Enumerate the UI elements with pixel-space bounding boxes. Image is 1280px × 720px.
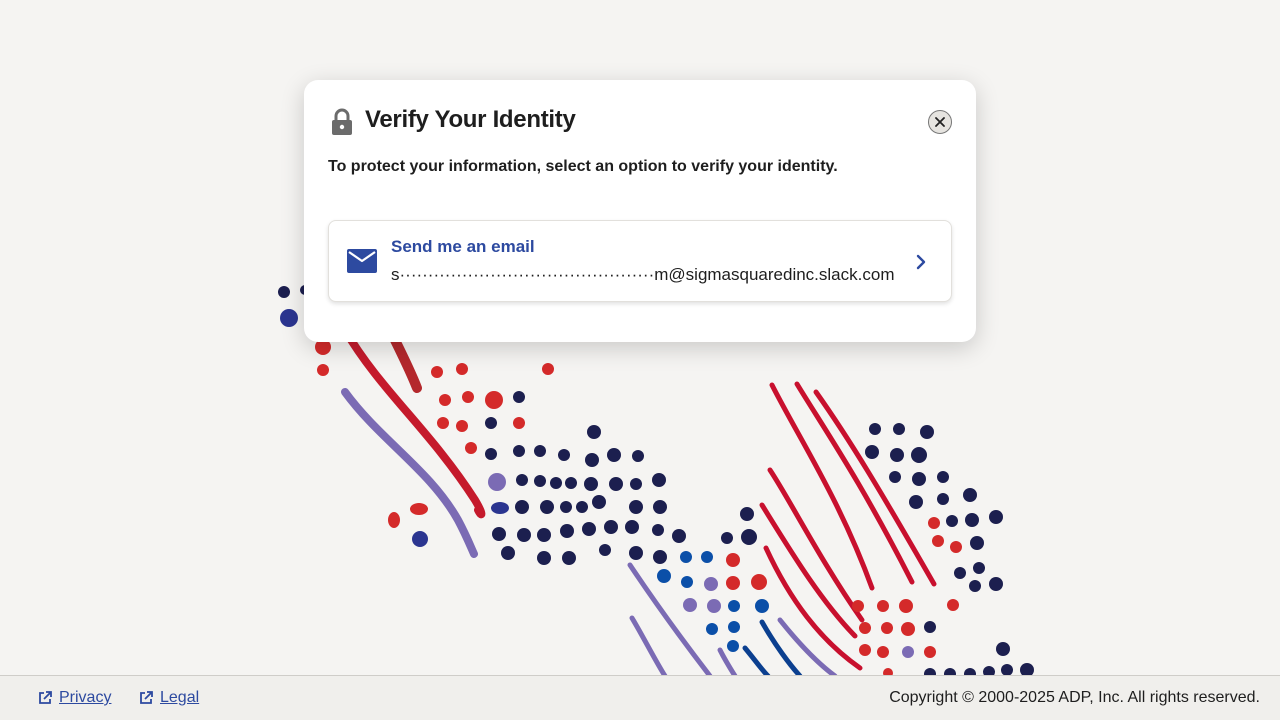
external-link-icon: [39, 691, 52, 704]
copyright-text: Copyright © 2000-2025 ADP, Inc. All righ…: [889, 689, 1260, 706]
footer: Privacy Legal Copyright © 2000-2025 ADP,…: [0, 675, 1280, 720]
mail-icon: [347, 249, 377, 273]
chevron-right-icon: [916, 254, 926, 270]
legal-link-label: Legal: [160, 689, 200, 706]
email-verification-option[interactable]: Send me an email s······················…: [328, 220, 952, 302]
close-icon: [935, 117, 945, 127]
legal-link[interactable]: Legal: [138, 689, 199, 707]
lock-icon: [332, 108, 352, 135]
masked-email: s·······································…: [391, 265, 895, 284]
dialog-title: Verify Your Identity: [365, 106, 576, 133]
privacy-link-label: Privacy: [59, 689, 112, 706]
privacy-link[interactable]: Privacy: [37, 689, 111, 707]
external-link-icon: [140, 691, 153, 704]
option-label: Send me an email: [391, 237, 535, 256]
close-button[interactable]: [928, 110, 952, 134]
dialog-instructions: To protect your information, select an o…: [328, 158, 838, 175]
